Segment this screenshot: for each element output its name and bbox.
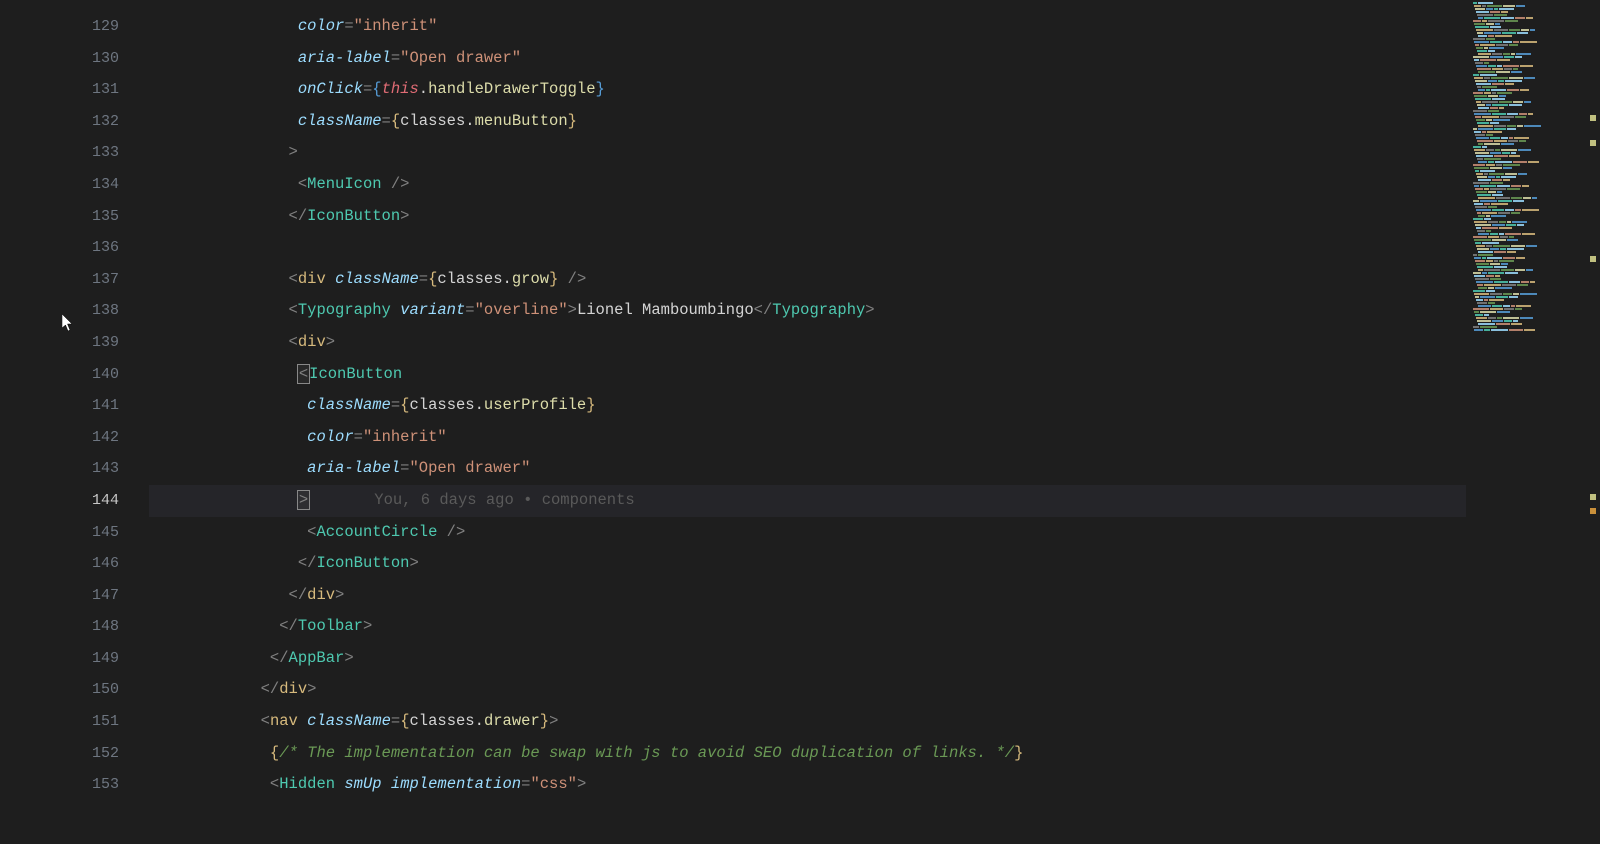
scroll-marker xyxy=(1590,256,1596,262)
code-line[interactable]: > You, 6 days ago • components xyxy=(149,485,1466,517)
code-line[interactable]: > xyxy=(149,137,1466,169)
code-line[interactable]: onClick={this.handleDrawerToggle} xyxy=(149,74,1466,106)
line-number: 136 xyxy=(75,232,131,264)
code-line[interactable]: color="inherit" xyxy=(149,422,1466,454)
line-number: 146 xyxy=(75,548,131,580)
code-line[interactable]: className={classes.menuButton} xyxy=(149,106,1466,138)
code-line[interactable]: </Toolbar> xyxy=(149,611,1466,643)
code-line[interactable]: {/* The implementation can be swap with … xyxy=(149,738,1466,770)
line-number-gutter[interactable]: 1291301311321331341351361371381391401411… xyxy=(75,0,131,844)
code-line[interactable]: <div className={classes.grow} /> xyxy=(149,264,1466,296)
code-line[interactable]: <IconButton xyxy=(149,359,1466,391)
code-editor[interactable]: 1291301311321331341351361371381391401411… xyxy=(0,0,1600,844)
scroll-marker xyxy=(1590,115,1596,121)
line-number: 141 xyxy=(75,390,131,422)
code-line[interactable]: color="inherit" xyxy=(149,11,1466,43)
line-number: 152 xyxy=(75,738,131,770)
scroll-overview[interactable] xyxy=(1586,0,1600,844)
line-number: 149 xyxy=(75,643,131,675)
line-number: 145 xyxy=(75,517,131,549)
line-number: 140 xyxy=(75,359,131,391)
code-line[interactable]: </div> xyxy=(149,674,1466,706)
code-line[interactable]: <Hidden smUp implementation="css"> xyxy=(149,769,1466,801)
line-number: 153 xyxy=(75,769,131,801)
line-number: 133 xyxy=(75,137,131,169)
line-number: 150 xyxy=(75,674,131,706)
code-line[interactable]: <div> xyxy=(149,327,1466,359)
code-line[interactable]: <nav className={classes.drawer}> xyxy=(149,706,1466,738)
code-line[interactable]: </IconButton> xyxy=(149,201,1466,233)
line-number: 147 xyxy=(75,580,131,612)
line-number: 130 xyxy=(75,43,131,75)
line-number: 148 xyxy=(75,611,131,643)
scroll-marker xyxy=(1590,494,1596,500)
code-content-area[interactable]: color="inherit" aria-label="Open drawer"… xyxy=(131,0,1466,844)
code-line[interactable]: </IconButton> xyxy=(149,548,1466,580)
scroll-marker xyxy=(1590,140,1596,146)
line-number: 151 xyxy=(75,706,131,738)
line-number: 139 xyxy=(75,327,131,359)
line-number: 137 xyxy=(75,264,131,296)
code-line[interactable]: <MenuIcon /> xyxy=(149,169,1466,201)
line-number: 131 xyxy=(75,74,131,106)
line-number: 143 xyxy=(75,453,131,485)
code-line[interactable]: className={classes.userProfile} xyxy=(149,390,1466,422)
line-number: 129 xyxy=(75,11,131,43)
line-number: 138 xyxy=(75,295,131,327)
code-line[interactable]: <Typography variant="overline">Lionel Ma… xyxy=(149,295,1466,327)
minimap[interactable] xyxy=(1466,0,1586,844)
line-number: 135 xyxy=(75,201,131,233)
line-number: 142 xyxy=(75,422,131,454)
line-number: 134 xyxy=(75,169,131,201)
code-line[interactable]: aria-label="Open drawer" xyxy=(149,43,1466,75)
code-line[interactable]: aria-label="Open drawer" xyxy=(149,453,1466,485)
scroll-marker-warning xyxy=(1590,508,1596,514)
code-line[interactable]: </AppBar> xyxy=(149,643,1466,675)
line-number: 144 xyxy=(75,485,131,517)
left-margin xyxy=(0,0,75,844)
code-line[interactable] xyxy=(149,232,1466,264)
code-line[interactable]: </div> xyxy=(149,580,1466,612)
line-number: 132 xyxy=(75,106,131,138)
code-line[interactable]: <AccountCircle /> xyxy=(149,517,1466,549)
